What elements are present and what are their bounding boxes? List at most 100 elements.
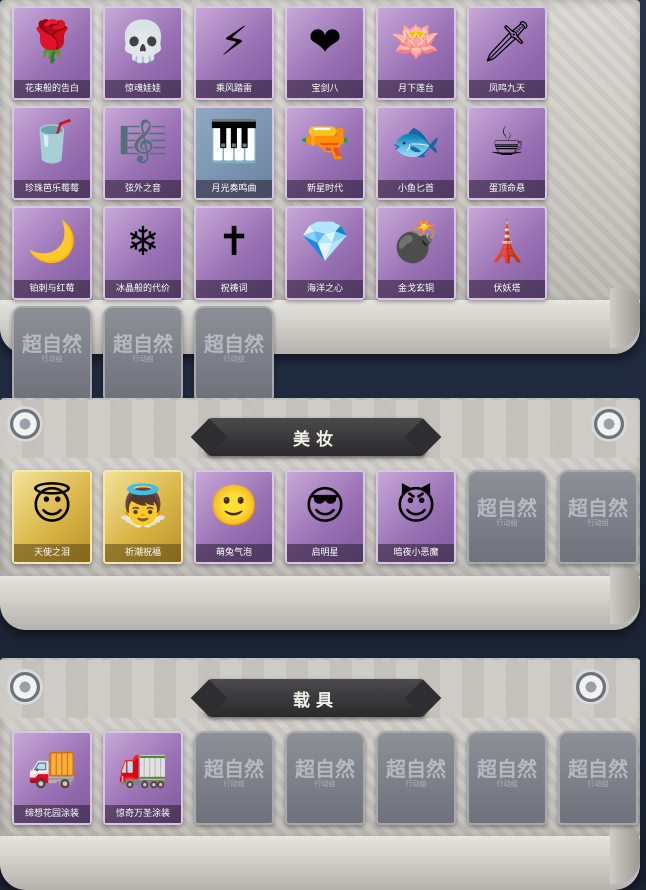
item-label: 蛋顶命悬: [469, 180, 545, 198]
item-label: 铂刺与红莓: [14, 280, 90, 298]
rose-truck-icon: 🚚: [27, 744, 77, 790]
item-label: 弦外之音: [105, 180, 181, 198]
item-slot[interactable]: ⚡ 乘风踏雷: [194, 6, 274, 100]
eye-ornament-right-icon: [594, 409, 624, 439]
vehicles-panel-curl: [0, 824, 640, 890]
bubble-tea-icon: 🥤: [27, 119, 77, 165]
item-label: 惊奇万圣涂装: [105, 805, 181, 823]
item-slot[interactable]: 🚚 缔想花园涂装: [12, 731, 92, 825]
eye-ornament-right-icon: [576, 672, 606, 702]
item-label: 金戈玄铜: [378, 280, 454, 298]
item-label: 惊魂娃娃: [105, 80, 181, 98]
cross-pendant-icon: ✝: [217, 219, 251, 265]
item-label: 月下莲台: [378, 80, 454, 98]
item-label: 萌兔气泡: [196, 544, 272, 562]
pagoda-icon: 🗼: [482, 219, 532, 265]
eye-ornament-left-icon: [10, 672, 40, 702]
item-label: 暗夜小恶魔: [378, 544, 454, 562]
item-slot[interactable]: 😎 启明星: [285, 470, 365, 564]
item-slot[interactable]: 🪷 月下莲台: [376, 6, 456, 100]
sapphire-necklace-icon: 💎: [300, 219, 350, 265]
locked-item-slot[interactable]: 超自然 行动组: [558, 470, 638, 564]
thunder-gear-icon: ⚡: [219, 19, 249, 65]
item-slot[interactable]: ❄ 冰晶般的代价: [103, 206, 183, 300]
item-slot[interactable]: ☕ 蛋顶命悬: [467, 106, 547, 200]
item-label: 新星时代: [287, 180, 363, 198]
item-slot[interactable]: 🥤 珍珠芭乐莓莓: [12, 106, 92, 200]
item-slot[interactable]: 💎 海洋之心: [285, 206, 365, 300]
locked-item-slot[interactable]: 超自然 行动组: [467, 470, 547, 564]
revolver-icon: 🔫: [300, 119, 350, 165]
item-label: 宝剑八: [287, 80, 363, 98]
item-slot[interactable]: 🗼 伏妖塔: [467, 206, 547, 300]
angel-halo-icon: 😇: [31, 483, 73, 529]
watermark-subtitle: 行动组: [132, 355, 154, 363]
rose-icon: 🌹: [27, 19, 77, 65]
item-slot[interactable]: 😈 暗夜小恶魔: [376, 470, 456, 564]
skull-doll-icon: 💀: [118, 19, 168, 65]
item-label: 祈潮祝福: [105, 544, 181, 562]
item-label: 小鱼匕首: [378, 180, 454, 198]
locked-item-slot[interactable]: 超自然 行动组: [12, 306, 92, 400]
item-label: 伏妖塔: [469, 280, 545, 298]
item-slot[interactable]: 🔫 新星时代: [285, 106, 365, 200]
halloween-truck-icon: 🚛: [118, 744, 168, 790]
item-slot[interactable]: 🙂 萌兔气泡: [194, 470, 274, 564]
watermark-subtitle: 行动组: [587, 519, 609, 527]
item-slot[interactable]: 🗡 凤鸣九天: [467, 6, 547, 100]
locked-item-slot[interactable]: 超自然 行动组: [194, 731, 274, 825]
item-slot[interactable]: 🌙 铂刺与红莓: [12, 206, 92, 300]
watermark-logo: 超自然: [295, 757, 355, 781]
item-slot[interactable]: 💣 金戈玄铜: [376, 206, 456, 300]
watermark-subtitle: 行动组: [41, 355, 63, 363]
makeup-section-title: 美妆: [206, 418, 426, 456]
item-slot[interactable]: 🎹 月光奏鸣曲: [194, 106, 274, 200]
item-label: 凤鸣九天: [469, 80, 545, 98]
heart-emblem-icon: ❤: [308, 19, 342, 65]
item-label: 珍珠芭乐莓莓: [14, 180, 90, 198]
item-label: 花束般的告白: [14, 80, 90, 98]
item-slot[interactable]: ✝ 祝祷词: [194, 206, 274, 300]
watermark-logo: 超自然: [477, 496, 537, 520]
item-slot[interactable]: 💀 惊魂娃娃: [103, 6, 183, 100]
lotus-pendant-icon: 🪷: [391, 19, 441, 65]
vehicles-section-title: 载具: [206, 679, 426, 717]
item-label: 天使之泪: [14, 544, 90, 562]
teacup-icon: ☕: [489, 119, 525, 165]
locked-item-slot[interactable]: 超自然 行动组: [194, 306, 274, 400]
watermark-logo: 超自然: [204, 757, 264, 781]
item-slot[interactable]: 😇 天使之泪: [12, 470, 92, 564]
scythe-icon: 🌙: [27, 219, 77, 265]
watermark-logo: 超自然: [22, 332, 82, 356]
locked-item-slot[interactable]: 超自然 行动组: [376, 731, 456, 825]
grenade-icon: 💣: [391, 219, 441, 265]
locked-item-slot[interactable]: 超自然 行动组: [285, 731, 365, 825]
watermark-subtitle: 行动组: [314, 780, 336, 788]
item-slot[interactable]: 👼 祈潮祝福: [103, 470, 183, 564]
watermark-logo: 超自然: [477, 757, 537, 781]
locked-item-slot[interactable]: 超自然 行动组: [558, 731, 638, 825]
item-slot[interactable]: ❤ 宝剑八: [285, 6, 365, 100]
halo-face-icon: 🙂: [209, 483, 259, 529]
watermark-subtitle: 行动组: [223, 780, 245, 788]
makeup-grid: 😇 天使之泪 👼 祈潮祝福 🙂 萌兔气泡 😎 启明星 😈 暗夜小恶魔 超自然 行动组 超自然 行动组: [12, 470, 638, 564]
makeup-panel-curl: [0, 564, 640, 630]
item-slot[interactable]: 🎼 弦外之音: [103, 106, 183, 200]
item-label: 月光奏鸣曲: [196, 180, 272, 198]
watermark-subtitle: 行动组: [587, 780, 609, 788]
devil-horns-icon: 😈: [395, 483, 437, 529]
locked-item-slot[interactable]: 超自然 行动组: [103, 306, 183, 400]
eye-ornament-left-icon: [10, 409, 40, 439]
red-blade-icon: 🗡: [481, 19, 533, 65]
watermark-subtitle: 行动组: [496, 519, 518, 527]
watermark-logo: 超自然: [386, 757, 446, 781]
watermark-logo: 超自然: [568, 757, 628, 781]
item-slot[interactable]: 🐟 小鱼匕首: [376, 106, 456, 200]
locked-item-slot[interactable]: 超自然 行动组: [467, 731, 547, 825]
vehicles-grid: 🚚 缔想花园涂装 🚛 惊奇万圣涂装 超自然 行动组 超自然 行动组 超自然 行动组 超自然 行动组 超自…: [12, 731, 638, 825]
accessories-grid: 🌹 花束般的告白 💀 惊魂娃娃 ⚡ 乘风踏雷 ❤ 宝剑八 🪷 月下莲台 🗡 凤鸣九天 🥤 珍珠芭乐莓莓 🎼 弦…: [12, 6, 632, 400]
item-slot[interactable]: 🌹 花束般的告白: [12, 6, 92, 100]
item-label: 启明星: [287, 544, 363, 562]
item-slot[interactable]: 🚛 惊奇万圣涂装: [103, 731, 183, 825]
item-label: 缔想花园涂装: [14, 805, 90, 823]
